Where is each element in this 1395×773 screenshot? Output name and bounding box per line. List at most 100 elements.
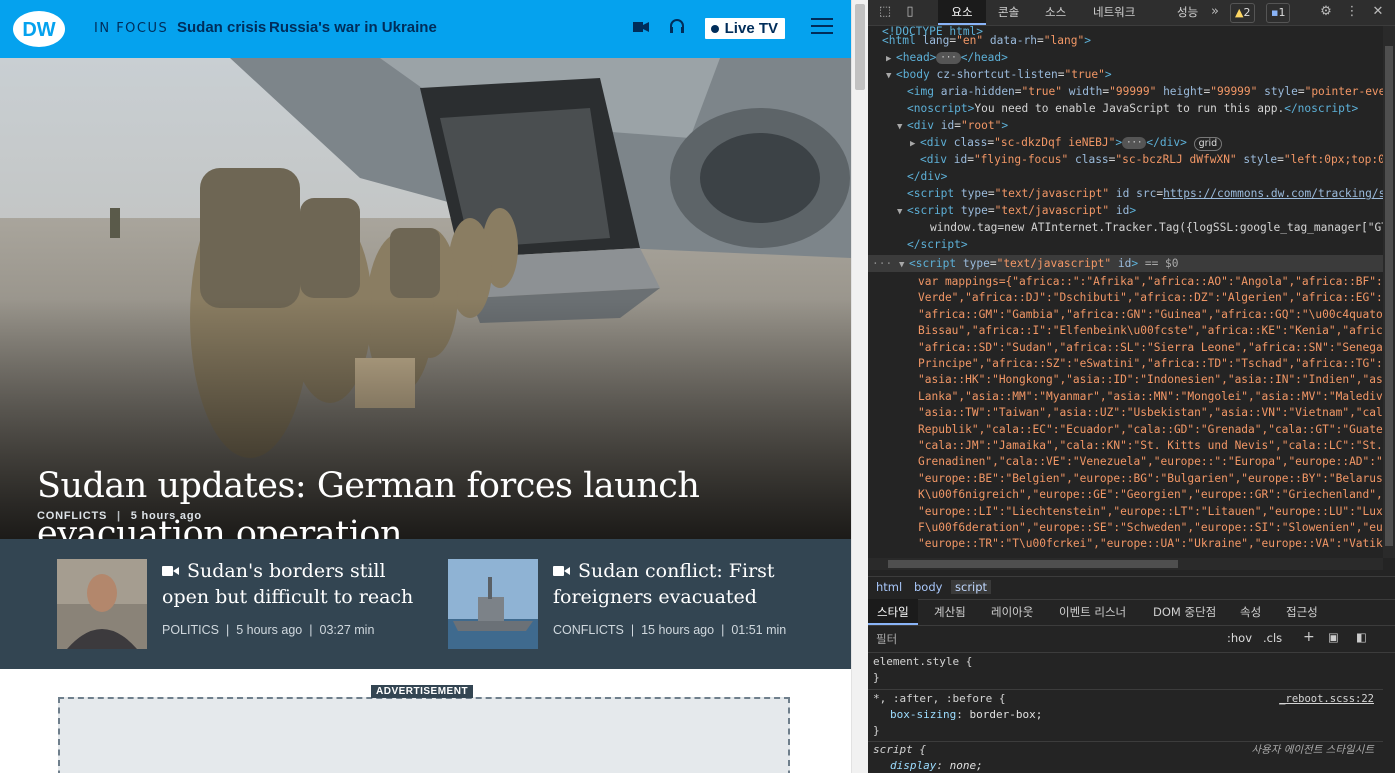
dom-line-div-close[interactable]: </div> [907,168,1383,185]
dom-line-script-src[interactable]: <script type="text/javascript" id src=ht… [907,185,1383,202]
devtools-toolbar: ⬚ ▯ 요소 콘솔 소스 네트워크 성능 » ▲2 ▪1 ⚙ ⋮ ✕ [868,0,1395,26]
script-mapping-line: Lanka","asia::MM":"Myanmar","asia::MN":"… [918,389,1383,403]
breadcrumb-body[interactable]: body [914,580,942,594]
cls-toggle[interactable]: .cls [1263,631,1282,645]
tab-dom-breakpoints[interactable]: DOM 중단점 [1153,599,1216,625]
live-tv-label: Live TV [724,20,778,37]
dom-line-script[interactable]: ▼ <script type="text/javascript" id> [897,202,1383,219]
inspect-element-icon[interactable]: ⬚ [877,4,893,20]
divider [868,689,1383,690]
script-mapping-line: "cala::JM":"Jamaika","cala::KN":"St. Kit… [918,439,1383,452]
rule-close: } [873,724,880,737]
tab-styles[interactable]: 스타일 [868,599,918,625]
dom-vertical-scrollbar[interactable] [1383,26,1395,558]
tab-layout[interactable]: 레이아웃 [991,599,1033,625]
teaser-card-borders[interactable]: Sudan's borders still open but difficult… [57,559,417,651]
dom-line-root[interactable]: ▼ <div id="root"> [897,117,1383,134]
tab-properties[interactable]: 속성 [1240,599,1261,625]
hamburger-menu-icon[interactable] [811,17,833,40]
advertisement-label: ADVERTISEMENT [371,685,474,698]
toggle-sidebar-icon[interactable]: ◧ [1356,630,1367,644]
breadcrumb-html[interactable]: html [876,580,902,594]
messages-badge[interactable]: ▪1 [1266,3,1291,23]
warnings-badge[interactable]: ▲2 [1230,3,1256,23]
styles-pane-tabs: 스타일 계산됨 레이아웃 이벤트 리스너 DOM 중단점 속성 접근성 [868,599,1395,626]
tab-sources[interactable]: 소스 [1045,0,1066,25]
more-tabs-icon[interactable]: » [1207,4,1223,20]
scrollbar-thumb[interactable] [855,4,865,90]
rule-script-ua[interactable]: script {사용자 에이전트 스타일시트 [873,742,1378,758]
dom-line-selected-script[interactable]: ··· ▼ <script type="text/javascript" id> … [868,255,1383,272]
close-devtools-icon[interactable]: ✕ [1370,4,1386,20]
tab-computed[interactable]: 계산됨 [934,599,966,625]
nav-link-ukraine-war[interactable]: Russia's war in Ukraine [269,19,437,36]
dom-line-head[interactable]: ▶ <head> ··· </head> [886,49,1383,66]
tab-performance[interactable]: 성능 [1177,0,1198,25]
dw-logo[interactable]: DW [12,10,66,48]
rule-source-link[interactable]: _reboot.scss:22 [1279,691,1374,707]
grid-badge[interactable]: grid [1193,137,1223,151]
dom-line-html[interactable]: <html lang="en" data-rh="lang"> [882,32,1383,49]
new-rule-icon[interactable]: + [1303,629,1315,645]
rule-element-style[interactable]: element.style { [873,654,972,670]
tab-console[interactable]: 콘솔 [998,0,1019,25]
svg-text:DW: DW [22,19,55,41]
nav-icons: Live TV [632,17,833,40]
script-mapping-line: "africa::SD":"Sudan","africa::SL":"Sierr… [918,340,1383,354]
hero-headline[interactable]: Sudan updates: German forces launch evac… [37,462,777,539]
page-scrollbar[interactable] [851,0,868,773]
element-state-icon[interactable]: ▣ [1328,630,1339,644]
teaser-time: 5 hours ago [236,623,303,637]
declaration-box-sizing[interactable]: box-sizing: border-box; [890,707,1042,723]
script-mapping-line: "europe::LI":"Liechtenstein","europe::LT… [918,504,1383,518]
video-camera-icon[interactable] [632,20,649,38]
dom-line-noscript[interactable]: <noscript>You need to enable JavaScript … [907,100,1383,117]
script-mapping-line: "asia::HK":"Hongkong","asia::ID":"Indone… [918,373,1383,387]
teaser-category: CONFLICTS [553,623,624,637]
script-mapping-line: "asia::TW":"Taiwan","asia::UZ":"Usbekist… [918,406,1383,420]
dom-line-img[interactable]: <img aria-hidden="true" width="99999" he… [907,83,1383,100]
settings-gear-icon[interactable]: ⚙ [1318,4,1334,20]
dom-tree[interactable]: <!DOCTYPE html> <html lang="en" data-rh=… [868,26,1383,558]
dom-line-body[interactable]: ▼ <body cz-shortcut-listen="true"> [886,66,1383,83]
teaser-title[interactable]: Sudan conflict: First foreigners evacuat… [553,558,813,610]
tab-network[interactable]: 네트워크 [1093,0,1135,25]
dom-line-div[interactable]: ▶ <div class="sc-dkzDqf ieNEBJ"> ··· </div>… [910,134,1383,151]
script-mapping-line: Principe","africa::SZ":"eSwatini","afric… [918,357,1383,370]
tab-event-listeners[interactable]: 이벤트 리스너 [1059,599,1126,625]
breadcrumb-script[interactable]: script [951,580,992,594]
teaser-meta: CONFLICTS | 15 hours ago | 01:51 min [553,623,787,637]
headphones-icon[interactable] [669,18,685,39]
filter-input[interactable]: 필터 [876,631,897,647]
nav-link-sudan-crisis[interactable]: Sudan crisis [177,19,266,36]
teaser-card-foreigners[interactable]: Sudan conflict: First foreigners evacuat… [448,559,808,651]
hero-category[interactable]: CONFLICTS [37,510,107,522]
tab-elements[interactable]: 요소 [938,0,986,25]
more-options-icon[interactable]: ⋮ [1344,4,1360,20]
script-mapping-line: "europe::BE":"Belgien","europe::BG":"Bul… [918,471,1383,485]
teaser-duration: 03:27 min [319,623,375,637]
rule-universal[interactable]: *, :after, :before {_reboot.scss:22 [873,691,1378,707]
script-mapping-line: F\u00f6deration","europe::SE":"Schweden"… [918,521,1383,534]
dom-horizontal-scrollbar[interactable] [868,558,1383,570]
in-focus-label: IN FOCUS [94,21,169,36]
script-mapping-line: Republik","cala::EC":"Ecuador","cala::GD… [918,422,1383,436]
teaser-thumbnail-man [57,559,147,649]
script-mapping-line: var mappings={"africa::":"Afrika","afric… [918,275,1383,288]
advertisement-box [58,697,790,773]
tab-accessibility[interactable]: 접근성 [1286,599,1318,625]
teaser-meta: POLITICS | 5 hours ago | 03:27 min [162,623,375,637]
hov-toggle[interactable]: :hov [1227,631,1252,645]
device-toolbar-icon[interactable]: ▯ [902,4,918,20]
dom-line-tag-js[interactable]: window.tag=new ATInternet.Tracker.Tag({l… [930,219,1383,236]
dom-line-flying[interactable]: <div id="flying-focus" class="sc-bczRLJ … [920,151,1383,168]
dw-website: DW IN FOCUS Sudan crisis Russia's war in… [0,0,851,773]
dom-line-script-close[interactable]: </script> [907,236,1383,253]
hero-article[interactable]: Sudan updates: German forces launch evac… [0,58,851,539]
live-tv-button[interactable]: Live TV [704,18,785,39]
breadcrumb: html body script [868,576,1395,600]
teaser-duration: 01:51 min [731,623,787,637]
teaser-title[interactable]: Sudan's borders still open but difficult… [162,558,422,610]
video-icon [553,566,570,576]
declaration-display[interactable]: display: none; [890,758,983,773]
